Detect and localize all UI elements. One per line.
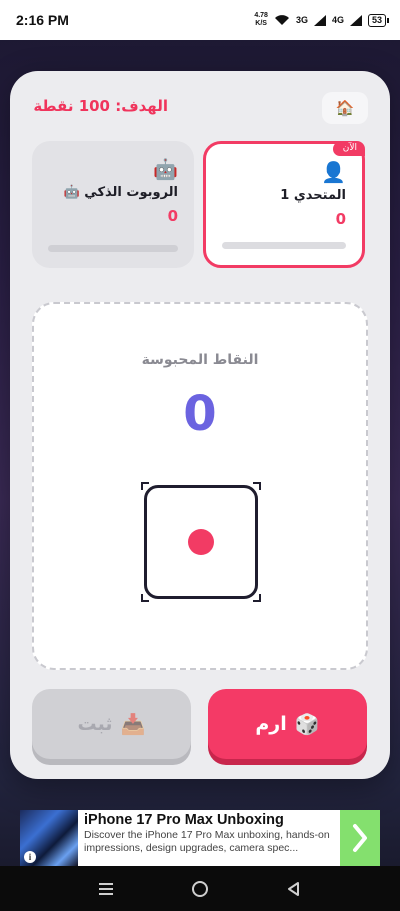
battery-icon: 53: [367, 13, 390, 27]
roll-button-label: ارم: [255, 713, 287, 735]
game-card: الهدف: 100 نقطة 🏠 الآن 👤 المتحدي 1 0 🤖 ا…: [10, 71, 390, 779]
user-icon: 👤: [321, 160, 346, 184]
ad-text[interactable]: iPhone 17 Pro Max Unboxing Discover the …: [78, 810, 340, 866]
held-points-value: 0: [183, 386, 217, 442]
ad-cta-button[interactable]: [340, 810, 380, 866]
net-speed-unit: K/S: [255, 20, 267, 27]
status-icons: 4.78 K/S 3G 4G 53: [254, 12, 390, 28]
bot-progress-bar: [48, 245, 178, 252]
roll-button[interactable]: 🎲 ارم: [208, 689, 367, 759]
system-nav-bar: [0, 866, 400, 911]
die-corner: [141, 482, 149, 490]
bot-name: الروبوت الذكي 🤖: [63, 185, 178, 200]
ad-title[interactable]: iPhone 17 Pro Max Unboxing: [84, 812, 334, 828]
held-points-panel: النقاط المحبوسة 0: [32, 302, 368, 670]
player-name: المتحدي 1: [280, 188, 346, 203]
wifi-icon: [274, 15, 289, 25]
info-icon[interactable]: i: [24, 851, 36, 863]
signal-icon: [313, 14, 326, 26]
signal-3g-label: 3G: [295, 15, 308, 25]
status-bar: 2:16 PM 4.78 K/S 3G 4G 53: [0, 0, 400, 40]
player-card-human: الآن 👤 المتحدي 1 0: [203, 141, 365, 268]
chevron-right-icon: [353, 824, 367, 852]
turn-badge: الآن: [332, 141, 365, 156]
player-progress-bar: [222, 242, 346, 249]
die-corner: [253, 482, 261, 490]
status-time: 2:16 PM: [16, 12, 69, 28]
robot-icon: 🤖: [153, 157, 178, 181]
inbox-tray-icon: 📥: [120, 712, 146, 736]
goal-text: الهدف: 100 نقطة: [33, 97, 168, 115]
signal-icon-2: [349, 14, 362, 26]
held-points-label: النقاط المحبوسة: [141, 352, 259, 368]
signal-4g-label: 4G: [331, 15, 344, 25]
ad-banner[interactable]: i iPhone 17 Pro Max Unboxing Discover th…: [20, 810, 380, 866]
die-pip: [188, 529, 214, 555]
home-icon: 🏠: [335, 99, 355, 117]
player-score: 0: [335, 210, 346, 228]
ad-description: Discover the iPhone 17 Pro Max unboxing,…: [84, 829, 330, 854]
hold-button-label: ثبت: [77, 713, 113, 735]
back-icon[interactable]: [286, 881, 302, 897]
net-speed-value: 4.78: [254, 12, 268, 19]
die-corner: [253, 594, 261, 602]
home-circle-icon[interactable]: [191, 880, 209, 898]
bot-score: 0: [167, 207, 178, 225]
ad-thumbnail[interactable]: i: [20, 810, 78, 866]
home-button[interactable]: 🏠: [322, 92, 368, 124]
dice-icon: 🎲: [294, 712, 320, 736]
net-speed: 4.78 K/S: [254, 12, 268, 28]
player-card-bot: 🤖 الروبوت الذكي 🤖 0: [32, 141, 194, 268]
menu-icon[interactable]: [98, 882, 114, 896]
hold-button[interactable]: 📥 ثبت: [32, 689, 191, 759]
die-corner: [141, 594, 149, 602]
die[interactable]: [141, 482, 261, 602]
